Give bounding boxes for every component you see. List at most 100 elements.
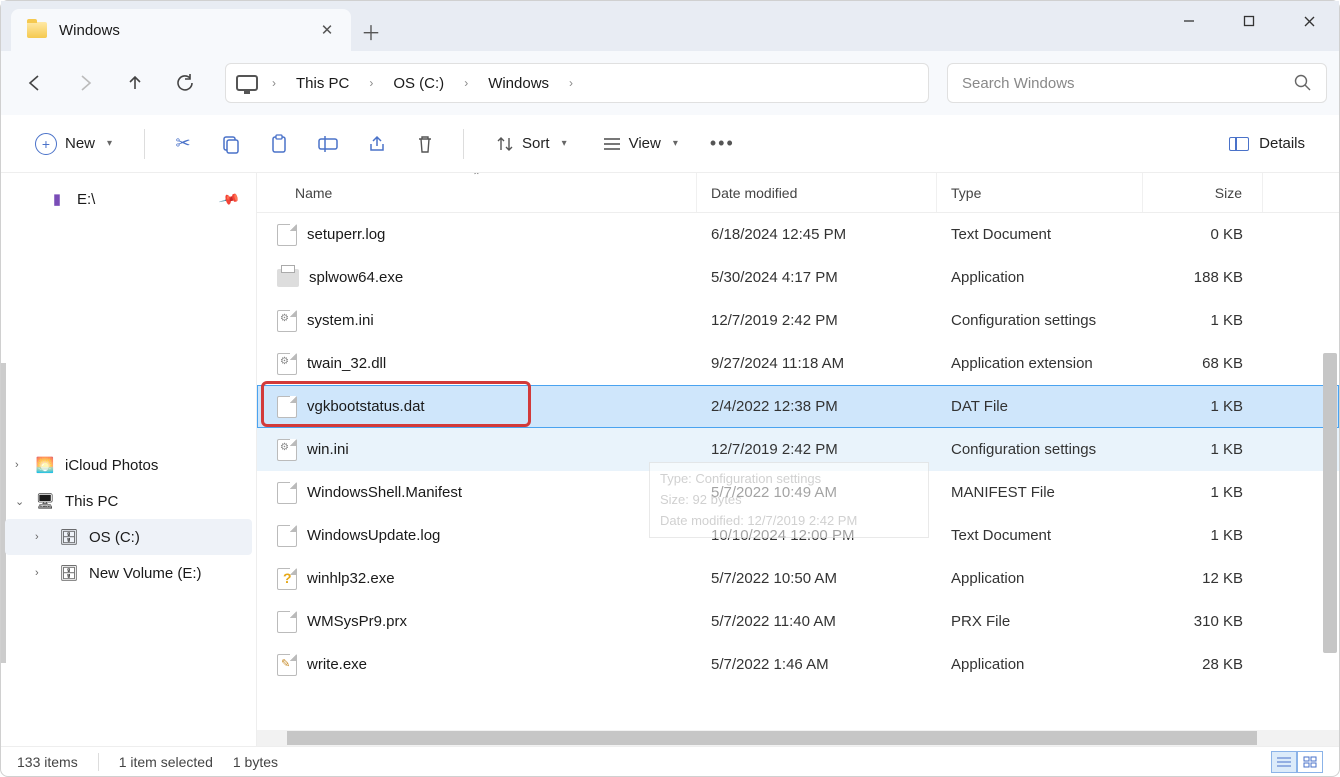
sidebar-item-icloud[interactable]: › 🌅 iCloud Photos: [5, 447, 252, 483]
file-size: 68 KB: [1143, 355, 1263, 372]
paste-button[interactable]: [259, 124, 299, 164]
file-type: Application: [937, 656, 1143, 673]
file-name: write.exe: [307, 656, 367, 673]
navbar: › This PC › OS (C:) › Windows › Search W…: [1, 51, 1339, 115]
file-row[interactable]: system.ini12/7/2019 2:42 PMConfiguration…: [257, 299, 1339, 342]
file-row[interactable]: WindowsUpdate.log10/10/2024 12:00 PMText…: [257, 514, 1339, 557]
file-row[interactable]: win.ini12/7/2019 2:42 PMConfiguration se…: [257, 428, 1339, 471]
scrollbar-thumb[interactable]: [287, 731, 1257, 745]
file-date: 2/4/2022 12:38 PM: [697, 398, 937, 415]
breadcrumb[interactable]: › This PC › OS (C:) › Windows ›: [225, 63, 929, 103]
file-size: 1 KB: [1143, 398, 1263, 415]
column-date[interactable]: Date modified: [697, 173, 937, 212]
minimize-button[interactable]: [1159, 1, 1219, 41]
status-selection: 1 item selected: [119, 754, 213, 770]
chevron-right-icon[interactable]: ›: [266, 76, 282, 90]
more-button[interactable]: •••: [700, 124, 745, 164]
close-window-button[interactable]: [1279, 1, 1339, 41]
thumbnails-view-toggle[interactable]: [1297, 751, 1323, 773]
file-icon: [277, 224, 297, 246]
file-row[interactable]: vgkbootstatus.dat2/4/2022 12:38 PMDAT Fi…: [257, 385, 1339, 428]
file-date: 5/7/2022 10:49 AM: [697, 484, 937, 501]
column-name[interactable]: ⌃ Name: [257, 173, 697, 212]
file-type: Text Document: [937, 226, 1143, 243]
vertical-scrollbar[interactable]: [1323, 353, 1337, 653]
file-icon: [277, 482, 297, 504]
file-rows: Type: Configuration settings Size: 92 by…: [257, 213, 1339, 730]
file-size: 28 KB: [1143, 656, 1263, 673]
list-icon: [603, 137, 621, 151]
rename-button[interactable]: [307, 124, 349, 164]
forward-button[interactable]: [63, 61, 107, 105]
breadcrumb-item[interactable]: OS (C:): [383, 75, 454, 92]
pin-icon[interactable]: 📌: [217, 187, 241, 210]
file-icon: [277, 525, 297, 547]
search-input[interactable]: Search Windows: [947, 63, 1327, 103]
window-tab[interactable]: Windows ✕: [11, 9, 351, 51]
file-name: setuperr.log: [307, 226, 385, 243]
file-icon: [277, 310, 297, 332]
expand-icon[interactable]: ›: [15, 459, 29, 471]
cut-button[interactable]: ✂: [163, 124, 203, 164]
new-tab-button[interactable]: ＋: [351, 11, 391, 51]
details-view-toggle[interactable]: [1271, 751, 1297, 773]
share-button[interactable]: [357, 124, 397, 164]
view-button[interactable]: View ▾: [589, 124, 692, 164]
file-date: 5/30/2024 4:17 PM: [697, 269, 937, 286]
file-row[interactable]: WMSysPr9.prx5/7/2022 11:40 AMPRX File310…: [257, 600, 1339, 643]
close-tab-icon[interactable]: ✕: [315, 18, 339, 42]
status-bytes: 1 bytes: [233, 754, 278, 770]
collapse-icon[interactable]: ⌄: [15, 495, 29, 508]
column-type[interactable]: Type: [937, 173, 1143, 212]
file-name: splwow64.exe: [309, 269, 403, 286]
file-type: Configuration settings: [937, 312, 1143, 329]
sidebar-pinned-drive[interactable]: ▮ E:\ 📌: [5, 181, 252, 217]
new-button[interactable]: + New ▾: [21, 124, 126, 164]
copy-button[interactable]: [211, 124, 251, 164]
maximize-button[interactable]: [1219, 1, 1279, 41]
chevron-right-icon[interactable]: ›: [458, 76, 474, 90]
file-type: Configuration settings: [937, 441, 1143, 458]
statusbar: 133 items 1 item selected 1 bytes: [1, 746, 1339, 776]
main: ▮ E:\ 📌 › 🌅 iCloud Photos ⌄ 🖥 This PC › …: [1, 173, 1339, 746]
file-date: 12/7/2019 2:42 PM: [697, 441, 937, 458]
expand-icon[interactable]: ›: [35, 567, 49, 579]
file-row[interactable]: WindowsShell.Manifest5/7/2022 10:49 AMMA…: [257, 471, 1339, 514]
file-icon: [277, 439, 297, 461]
sort-button[interactable]: Sort ▾: [482, 124, 581, 164]
file-row[interactable]: setuperr.log6/18/2024 12:45 PMText Docum…: [257, 213, 1339, 256]
status-count: 133 items: [17, 754, 78, 770]
breadcrumb-item[interactable]: This PC: [286, 75, 359, 92]
column-size[interactable]: Size: [1143, 173, 1263, 212]
file-size: 1 KB: [1143, 312, 1263, 329]
up-button[interactable]: [113, 61, 157, 105]
chevron-right-icon[interactable]: ›: [563, 76, 579, 90]
file-pane: ⌃ Name Date modified Type Size Type: Con…: [257, 173, 1339, 746]
sidebar-item-new-volume[interactable]: › 🗄 New Volume (E:): [5, 555, 252, 591]
file-type: Application: [937, 269, 1143, 286]
file-row[interactable]: winhlp32.exe5/7/2022 10:50 AMApplication…: [257, 557, 1339, 600]
file-row[interactable]: splwow64.exe 5/30/2024 4:17 PMApplication…: [257, 256, 1339, 299]
file-name: winhlp32.exe: [307, 570, 395, 587]
delete-button[interactable]: [405, 124, 445, 164]
refresh-button[interactable]: [163, 61, 207, 105]
file-row[interactable]: write.exe5/7/2022 1:46 AMApplication28 K…: [257, 643, 1339, 686]
horizontal-scrollbar[interactable]: [257, 730, 1339, 746]
back-button[interactable]: [13, 61, 57, 105]
file-size: 310 KB: [1143, 613, 1263, 630]
plus-circle-icon: +: [35, 133, 57, 155]
expand-icon[interactable]: ›: [35, 531, 49, 543]
clipboard-icon: [269, 134, 289, 154]
file-name: WindowsUpdate.log: [307, 527, 440, 544]
file-name: WMSysPr9.prx: [307, 613, 407, 630]
file-row[interactable]: twain_32.dll9/27/2024 11:18 AMApplicatio…: [257, 342, 1339, 385]
drive-icon: 🗄: [59, 528, 79, 546]
sidebar-item-os-c[interactable]: › 🗄 OS (C:): [5, 519, 252, 555]
details-pane-button[interactable]: Details: [1215, 124, 1319, 164]
file-icon: [277, 611, 297, 633]
file-size: 1 KB: [1143, 527, 1263, 544]
file-icon: [277, 353, 297, 375]
breadcrumb-item[interactable]: Windows: [478, 75, 559, 92]
sidebar-item-thispc[interactable]: ⌄ 🖥 This PC: [5, 483, 252, 519]
chevron-right-icon[interactable]: ›: [363, 76, 379, 90]
